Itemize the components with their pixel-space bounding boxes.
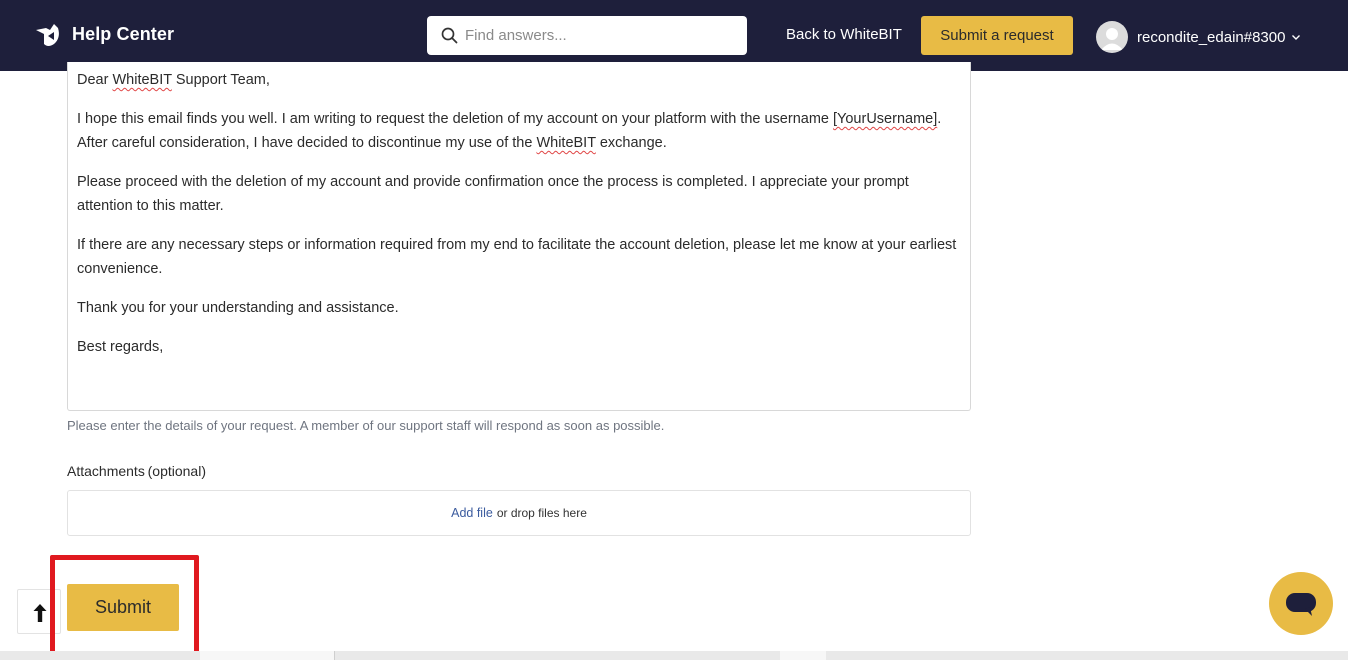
whitebit-logo-icon[interactable]	[34, 22, 62, 48]
search-box[interactable]	[427, 16, 747, 55]
search-input[interactable]	[465, 16, 735, 55]
chat-bubble-icon	[1286, 593, 1316, 616]
chevron-down-icon[interactable]	[1291, 32, 1301, 42]
highlight-frame	[50, 555, 199, 660]
paragraph-3: If there are any necessary steps or info…	[77, 237, 957, 277]
scrollbar-segment	[780, 651, 826, 660]
greeting-line: Dear WhiteBIT Support Team,	[77, 72, 270, 88]
paragraph-2: Please proceed with the deletion of my a…	[77, 174, 909, 214]
paragraph-5: Best regards,	[77, 339, 164, 355]
attachments-label: Attachments (optional)	[67, 463, 206, 479]
arrow-up-icon	[33, 604, 47, 622]
user-avatar-icon[interactable]	[1096, 21, 1128, 53]
scrollbar-segment	[200, 651, 335, 660]
chat-widget-button[interactable]	[1269, 572, 1333, 635]
search-icon	[441, 27, 458, 44]
help-center-title[interactable]: Help Center	[72, 24, 174, 45]
username-label[interactable]: recondite_edain#8300	[1137, 29, 1285, 46]
add-file-link[interactable]: Add file	[451, 506, 493, 520]
user-menu[interactable]: recondite_edain#8300	[1096, 21, 1301, 53]
back-to-whitebit-link[interactable]: Back to WhiteBIT	[786, 26, 902, 43]
horizontal-scrollbar[interactable]	[0, 651, 1348, 660]
description-text[interactable]: Dear WhiteBIT Support Team, I hope this …	[77, 68, 957, 374]
attachments-dropzone[interactable]: Add file or drop files here	[67, 490, 971, 536]
drop-files-text: or drop files here	[496, 506, 587, 520]
paragraph-4: Thank you for your understanding and ass…	[77, 300, 399, 316]
top-header: Help Center Back to WhiteBIT Submit a re…	[0, 0, 1348, 71]
description-hint: Please enter the details of your request…	[67, 418, 665, 433]
paragraph-1: I hope this email finds you well. I am w…	[77, 111, 942, 151]
submit-a-request-button[interactable]: Submit a request	[921, 16, 1073, 55]
